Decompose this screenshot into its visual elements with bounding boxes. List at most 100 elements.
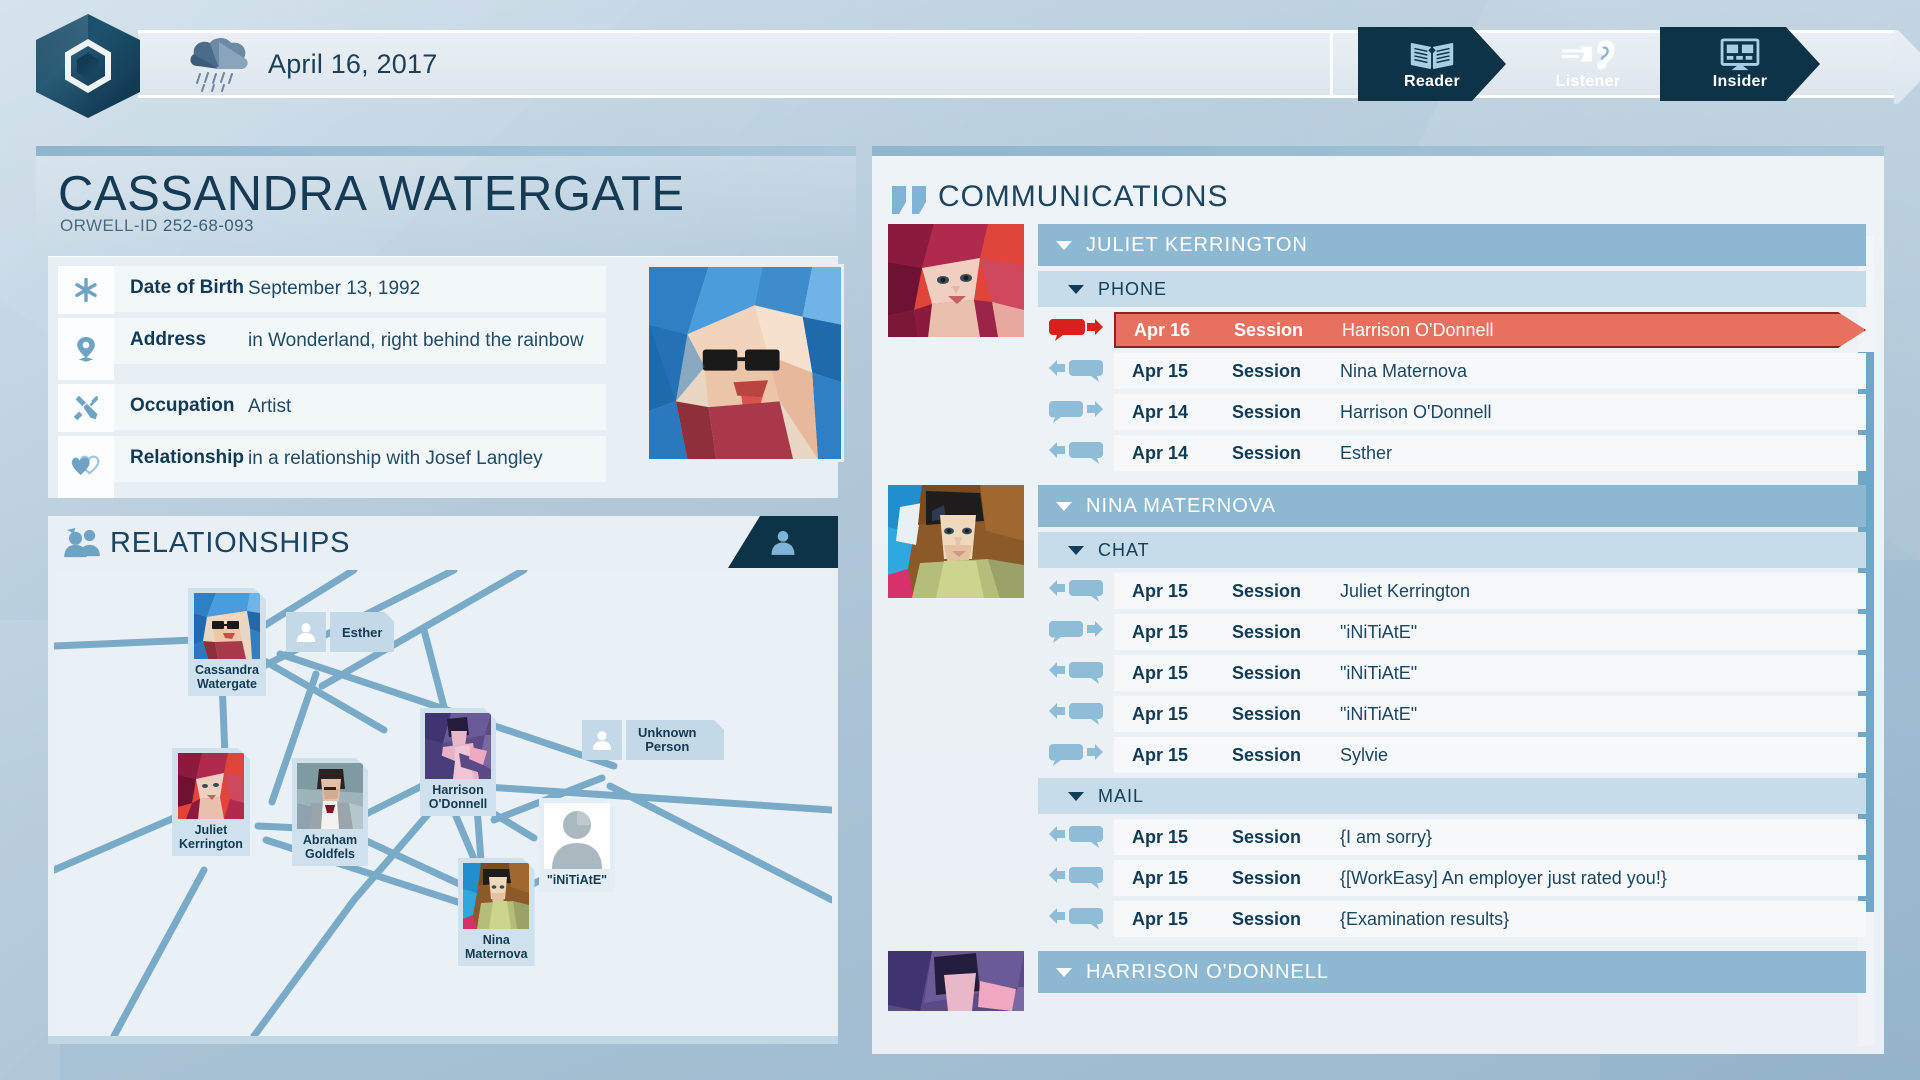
open-book-icon bbox=[1408, 38, 1456, 72]
chevron-down-icon bbox=[1068, 791, 1084, 801]
message-incoming-icon bbox=[1038, 440, 1114, 466]
message-row[interactable]: Apr 14 Session Harrison O'Donnell bbox=[1038, 394, 1866, 430]
relationships-panel: RELATIONSHIPS Cassandra Watergate Esther… bbox=[48, 516, 838, 1044]
message-type: Session bbox=[1232, 867, 1302, 888]
contact-avatar-harrison-odonnell[interactable] bbox=[888, 951, 1024, 1011]
ear-audio-icon bbox=[1560, 38, 1616, 72]
info-value: Artist bbox=[248, 396, 292, 417]
message-subject: "iNiTiAtE" bbox=[1340, 703, 1418, 724]
message-subject: Harrison O'Donnell bbox=[1340, 401, 1492, 422]
rain-cloud-icon bbox=[186, 36, 252, 94]
graph-node-juliet-kerrington[interactable]: Juliet Kerrington bbox=[172, 748, 250, 856]
graph-node-esther[interactable]: Esther bbox=[286, 612, 394, 652]
nav-button-listener[interactable]: Listener bbox=[1522, 27, 1654, 101]
graph-node-initiate[interactable]: "iNiTiAtE" bbox=[539, 798, 615, 892]
node-label: Esther bbox=[342, 624, 383, 640]
message-type: Session bbox=[1232, 580, 1302, 601]
nav-button-insider[interactable]: Insider bbox=[1660, 27, 1820, 101]
node-photo bbox=[463, 863, 529, 929]
profile-panel: CASSANDRA WATERGATE ORWELL-ID 252-68-093… bbox=[36, 146, 856, 1054]
message-outgoing-icon bbox=[1038, 399, 1114, 425]
group-header-mail[interactable]: MAIL bbox=[1038, 778, 1866, 814]
communications-title: COMMUNICATIONS bbox=[938, 180, 1229, 213]
message-incoming-icon bbox=[1038, 660, 1114, 686]
node-photo bbox=[194, 593, 260, 659]
info-row-occupation: Occupation Artist bbox=[58, 384, 606, 432]
info-row-dob: Date of Birth September 13, 1992 bbox=[58, 266, 606, 314]
message-row[interactable]: Apr 15 Session {I am sorry} bbox=[1038, 819, 1866, 855]
graph-node-abraham-goldfels[interactable]: Abraham Goldfels bbox=[292, 758, 368, 866]
message-subject: {I am sorry} bbox=[1340, 826, 1433, 847]
communications-list[interactable]: JULIET KERRINGTON PHONE Apr 16 Session H… bbox=[888, 224, 1866, 1050]
node-label: Harrison O'Donnell bbox=[428, 783, 488, 811]
message-date: Apr 16 bbox=[1134, 319, 1191, 340]
orwell-hex-logo-icon[interactable] bbox=[36, 14, 140, 118]
contact-name: JULIET KERRINGTON bbox=[1086, 233, 1308, 256]
profile-header: CASSANDRA WATERGATE ORWELL-ID 252-68-093 bbox=[36, 156, 856, 250]
person-badge-icon[interactable] bbox=[728, 516, 838, 568]
graph-node-nina-maternova[interactable]: Nina Maternova bbox=[458, 858, 535, 966]
message-type: Session bbox=[1232, 826, 1302, 847]
message-date: Apr 15 bbox=[1132, 703, 1189, 724]
message-row[interactable]: Apr 15 Session {[WorkEasy] An employer j… bbox=[1038, 860, 1866, 896]
node-label: "iNiTiAtE" bbox=[546, 873, 608, 887]
node-label: Cassandra Watergate bbox=[195, 663, 259, 691]
node-label: Abraham Goldfels bbox=[302, 833, 358, 861]
message-type: Session bbox=[1232, 744, 1302, 765]
message-row[interactable]: Apr 15 Session {Examination results} bbox=[1038, 901, 1866, 937]
message-incoming-icon bbox=[1038, 906, 1114, 932]
contact-name: HARRISON O'DONNELL bbox=[1086, 960, 1329, 983]
graph-node-unknown-person[interactable]: Unknown Person bbox=[582, 720, 724, 760]
message-type: Session bbox=[1232, 442, 1302, 463]
message-type: Session bbox=[1232, 621, 1302, 642]
message-incoming-icon bbox=[1038, 701, 1114, 727]
message-type: Session bbox=[1232, 401, 1302, 422]
node-photo bbox=[425, 713, 491, 779]
group-label: CHAT bbox=[1098, 539, 1150, 560]
message-row[interactable]: Apr 15 Session Sylvie bbox=[1038, 737, 1866, 773]
message-row[interactable]: Apr 15 Session "iNiTiAtE" bbox=[1038, 696, 1866, 732]
graph-node-harrison-odonnell[interactable]: Harrison O'Donnell bbox=[420, 708, 496, 816]
message-date: Apr 15 bbox=[1132, 867, 1189, 888]
panel-bottom-accent bbox=[48, 1036, 838, 1044]
orwell-id-label: ORWELL-ID bbox=[60, 216, 158, 235]
top-bar: April 16, 2017 Reader Listener Insider bbox=[0, 0, 1920, 128]
panel-top-accent bbox=[872, 146, 1884, 156]
message-type: Session bbox=[1232, 662, 1302, 683]
contact-header-juliet-kerrington[interactable]: JULIET KERRINGTON bbox=[1038, 224, 1866, 266]
group-header-phone[interactable]: PHONE bbox=[1038, 271, 1866, 307]
nav-label-insider: Insider bbox=[1712, 73, 1768, 90]
nav-label-listener: Listener bbox=[1555, 73, 1621, 90]
profile-portrait bbox=[646, 264, 844, 462]
chevron-down-icon bbox=[1056, 967, 1072, 977]
info-value: September 13, 1992 bbox=[248, 278, 421, 299]
generic-person-icon bbox=[286, 612, 326, 652]
relationships-header: RELATIONSHIPS bbox=[48, 516, 838, 570]
hearts-icon bbox=[58, 436, 114, 498]
message-type: Session bbox=[1232, 703, 1302, 724]
info-label: Address bbox=[130, 329, 207, 350]
chevron-down-icon bbox=[1068, 545, 1084, 555]
group-header-chat[interactable]: CHAT bbox=[1038, 532, 1866, 568]
nav-button-reader[interactable]: Reader bbox=[1358, 27, 1506, 101]
graph-node-cassandra-watergate[interactable]: Cassandra Watergate bbox=[188, 588, 266, 696]
contact-block-juliet-kerrington: JULIET KERRINGTON PHONE Apr 16 Session H… bbox=[888, 224, 1866, 471]
message-date: Apr 15 bbox=[1132, 908, 1189, 929]
message-row[interactable]: Apr 15 Session Juliet Kerrington bbox=[1038, 573, 1866, 609]
contact-header-harrison-odonnell[interactable]: HARRISON O'DONNELL bbox=[1038, 951, 1866, 993]
relationship-graph[interactable]: Cassandra Watergate Esther Juliet Kerrin… bbox=[54, 570, 832, 1036]
message-row[interactable]: Apr 14 Session Esther bbox=[1038, 435, 1866, 471]
contact-header-nina-maternova[interactable]: NINA MATERNOVA bbox=[1038, 485, 1866, 527]
message-row[interactable]: Apr 15 Session "iNiTiAtE" bbox=[1038, 614, 1866, 650]
contact-avatar-nina-maternova[interactable] bbox=[888, 485, 1024, 937]
message-date: Apr 15 bbox=[1132, 360, 1189, 381]
message-subject: "iNiTiAtE" bbox=[1340, 621, 1418, 642]
message-incoming-icon bbox=[1038, 358, 1114, 384]
contact-avatar-juliet-kerrington[interactable] bbox=[888, 224, 1024, 471]
chevron-down-icon bbox=[1068, 284, 1084, 294]
info-row-relationship: Relationship in a relationship with Jose… bbox=[58, 436, 606, 498]
message-row[interactable]: Apr 15 Session Nina Maternova bbox=[1038, 353, 1866, 389]
contact-block-nina-maternova: NINA MATERNOVA CHAT Apr 15 Session Julie… bbox=[888, 485, 1866, 937]
message-row[interactable]: Apr 16 Session Harrison O'Donnell bbox=[1038, 312, 1866, 348]
message-row[interactable]: Apr 15 Session "iNiTiAtE" bbox=[1038, 655, 1866, 691]
